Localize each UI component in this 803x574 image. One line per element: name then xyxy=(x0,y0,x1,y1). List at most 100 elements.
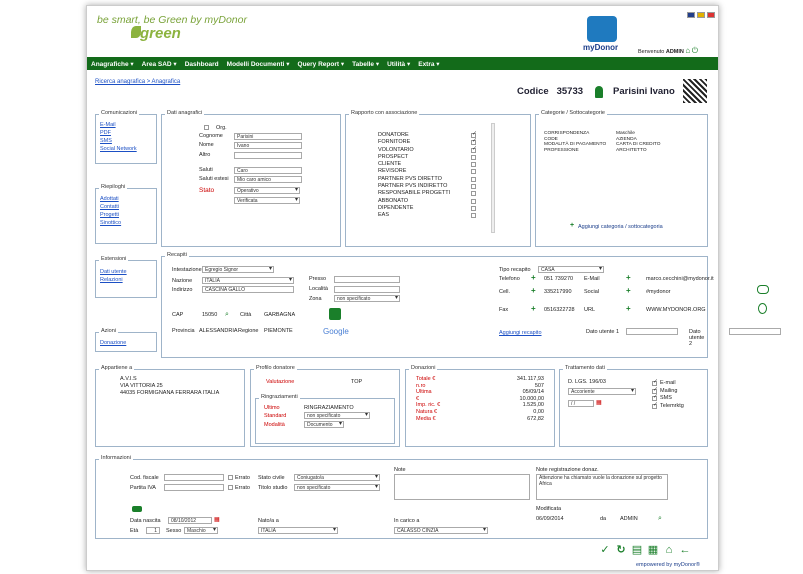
indirizzo-input[interactable]: CASCINA GALLO xyxy=(202,286,294,293)
breadcrumb[interactable]: Ricerca anagrafica > Anagrafica xyxy=(95,79,180,85)
aggiungi-recapito-link[interactable]: Aggiungi recapito xyxy=(499,329,542,337)
rapporto-checkbox[interactable] xyxy=(471,154,476,160)
rapporto-checkbox[interactable] xyxy=(471,162,476,168)
link-dati-utente[interactable]: Dati utente xyxy=(100,268,127,276)
refresh-icon[interactable]: ↻ xyxy=(615,544,627,556)
trattamento-checkbox[interactable] xyxy=(652,402,658,409)
link-relazioni[interactable]: Relazioni xyxy=(100,276,127,284)
intestazione-select[interactable]: Egregio Signor xyxy=(202,266,274,273)
menu-modelli[interactable]: Modelli Documenti ▾ xyxy=(223,57,294,68)
sesso-select[interactable]: Maschio xyxy=(184,527,218,534)
tipo-recapito-select[interactable]: CASA xyxy=(538,266,604,273)
org-checkbox[interactable] xyxy=(204,125,209,130)
grid-icon[interactable]: ▦ xyxy=(647,544,659,556)
in-carico-select[interactable]: CALASSO CINZIA xyxy=(394,527,488,534)
dato-utente-1-input[interactable] xyxy=(626,328,678,335)
dato-utente-2-input[interactable] xyxy=(729,328,781,335)
note-textarea[interactable] xyxy=(394,474,530,500)
search-cap-icon[interactable]: ⌕ xyxy=(225,311,229,319)
link-donazione[interactable]: Donazione xyxy=(100,339,126,347)
flag-it-icon[interactable] xyxy=(707,12,715,18)
nazione-select[interactable]: ITALIA xyxy=(202,277,294,284)
consenso-date-input[interactable]: / / xyxy=(568,400,594,407)
menu-anagrafiche[interactable]: Anagrafiche ▾ xyxy=(87,57,138,68)
add-email-icon[interactable]: + xyxy=(626,273,631,282)
calendar-icon[interactable]: ▦ xyxy=(596,399,602,406)
map-icon[interactable] xyxy=(329,308,341,320)
rapporto-checkbox[interactable] xyxy=(471,146,477,153)
partita-iva-input[interactable] xyxy=(164,484,224,491)
rapporto-checkbox[interactable] xyxy=(471,198,476,204)
menu-area-sad[interactable]: Area SAD ▾ xyxy=(138,57,181,68)
link-contatti[interactable]: Contatti xyxy=(100,203,121,211)
id-card-icon[interactable] xyxy=(132,506,142,512)
menu-query[interactable]: Query Report ▾ xyxy=(294,57,349,68)
flag-es-icon[interactable] xyxy=(697,12,705,18)
piva-errato-checkbox[interactable] xyxy=(228,485,233,490)
trattamento-checkbox[interactable] xyxy=(652,394,658,402)
presso-input[interactable] xyxy=(334,276,400,283)
saluti-input[interactable]: Caro xyxy=(234,167,302,174)
search-user-icon[interactable]: ⌕ xyxy=(658,515,662,523)
add-social-icon[interactable]: + xyxy=(626,286,631,295)
menu-tabelle[interactable]: Tabelle ▾ xyxy=(348,57,383,68)
back-arrow-icon[interactable]: ← xyxy=(679,544,691,556)
flag-en-icon[interactable] xyxy=(687,12,695,18)
add-url-icon[interactable]: + xyxy=(626,304,631,313)
add-categoria-link[interactable]: Aggiungi categoria / sottocategoria xyxy=(578,224,663,230)
link-progetti[interactable]: Progetti xyxy=(100,211,121,219)
calendar-nascita-icon[interactable]: ▦ xyxy=(214,516,220,523)
rapporto-checkbox[interactable] xyxy=(471,138,477,146)
power-icon[interactable]: ⏻ xyxy=(692,46,698,55)
save-check-icon[interactable]: ✓ xyxy=(599,544,611,556)
add-tel-icon[interactable]: + xyxy=(531,273,536,282)
lock-icon[interactable]: ⌂ xyxy=(663,544,675,556)
link-sms[interactable]: SMS xyxy=(100,137,137,145)
link-adottati[interactable]: Adottati xyxy=(100,195,121,203)
trattamento-checkbox[interactable] xyxy=(652,387,658,394)
titolo-studio-select[interactable]: non specificato xyxy=(294,484,380,491)
chat-icon[interactable] xyxy=(757,285,769,294)
rapporto-checkbox[interactable] xyxy=(471,213,476,219)
cf-errato-checkbox[interactable] xyxy=(228,475,233,480)
data-nascita-input[interactable]: 08/10/2012 xyxy=(168,517,212,524)
google-maps-logo[interactable]: Google xyxy=(323,327,349,336)
language-flags[interactable] xyxy=(685,12,715,20)
codice-fiscale-input[interactable] xyxy=(164,474,224,481)
trattamento-checkbox[interactable] xyxy=(652,379,658,387)
localita-input[interactable] xyxy=(334,286,400,293)
nato-select[interactable]: ITALIA xyxy=(258,527,338,534)
menu-utilita[interactable]: Utilità ▾ xyxy=(383,57,414,68)
link-email[interactable]: E-Mail xyxy=(100,121,137,129)
home-icon[interactable]: ⌂ xyxy=(685,46,690,55)
eta-input[interactable]: 1 xyxy=(146,527,160,534)
link-social[interactable]: Social Network xyxy=(100,145,137,153)
standard-select[interactable]: non specificato xyxy=(304,412,370,419)
rapporto-scrollbar[interactable] xyxy=(491,123,495,233)
link-pdf[interactable]: PDF xyxy=(100,129,137,137)
rapporto-checkbox[interactable] xyxy=(471,205,476,211)
skype-icon[interactable] xyxy=(758,303,767,314)
cognome-input[interactable]: Parisini xyxy=(234,133,302,140)
add-cell-icon[interactable]: + xyxy=(531,286,536,295)
saluti-estesi-input[interactable]: Mio caro amico xyxy=(234,176,302,183)
note-registrazione-textarea[interactable]: Attenzione ha chiamato vuole la donazion… xyxy=(536,474,668,500)
nome-input[interactable]: Ivano xyxy=(234,142,302,149)
add-fax-icon[interactable]: + xyxy=(531,304,536,313)
rapporto-checkbox[interactable] xyxy=(471,169,476,175)
rapporto-checkbox[interactable] xyxy=(471,176,476,182)
modalita-select[interactable]: Documento xyxy=(304,421,344,428)
print-icon[interactable]: ▤ xyxy=(631,544,643,556)
altro-input[interactable] xyxy=(234,152,302,159)
stato-select[interactable]: Operativo xyxy=(234,187,300,194)
rapporto-checkbox[interactable] xyxy=(471,131,477,138)
consenso-select[interactable]: Accoriente xyxy=(568,388,636,395)
rapporto-checkbox[interactable] xyxy=(471,191,476,197)
verifica-select[interactable]: Verificata xyxy=(234,197,300,204)
menu-extra[interactable]: Extra ▾ xyxy=(414,57,443,68)
zona-select[interactable]: non specificato xyxy=(334,295,400,302)
link-sinottico[interactable]: Sinottico xyxy=(100,219,121,227)
menu-dashboard[interactable]: Dashboard xyxy=(181,58,223,68)
stato-civile-select[interactable]: Coniugato/a xyxy=(294,474,380,481)
rapporto-checkbox[interactable] xyxy=(471,184,476,190)
